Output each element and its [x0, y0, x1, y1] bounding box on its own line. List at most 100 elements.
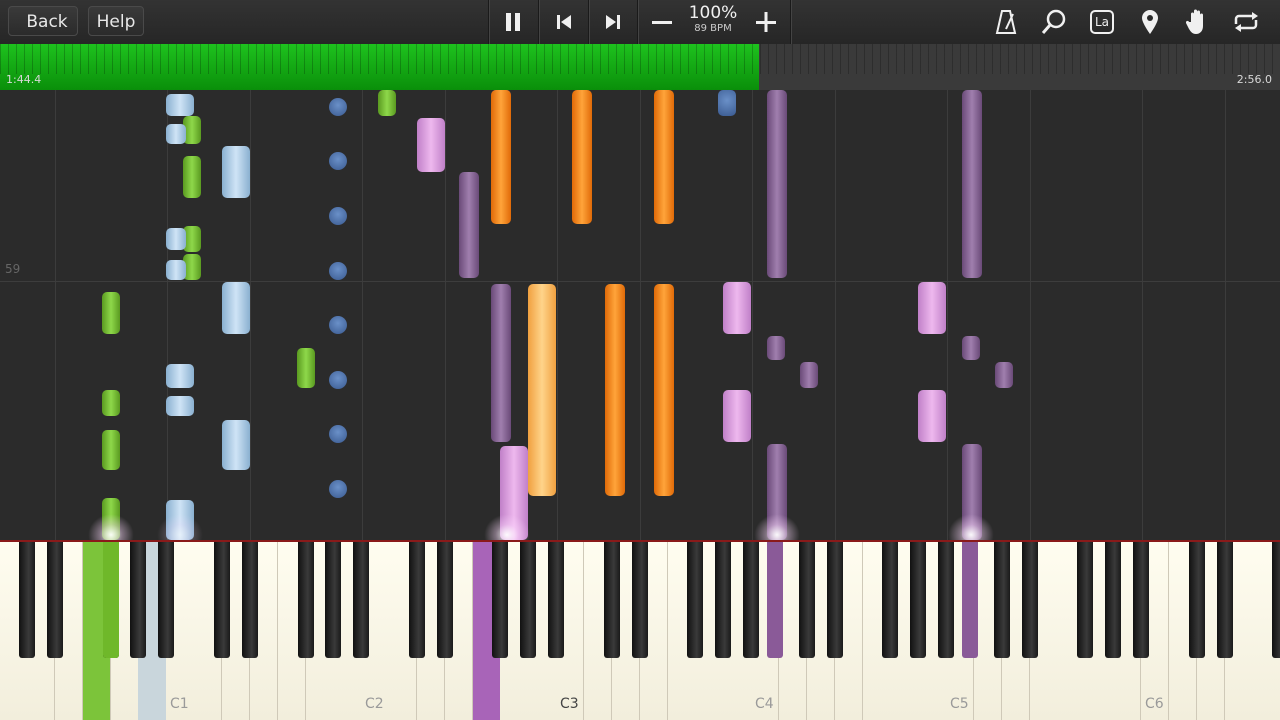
note — [329, 98, 347, 116]
black-key[interactable] — [1133, 542, 1149, 658]
zoom-out-button[interactable] — [638, 0, 686, 44]
note — [723, 282, 751, 334]
note — [962, 90, 982, 278]
progress-bar[interactable]: 1:44.4 2:56.0 — [0, 44, 1280, 90]
pause-button[interactable] — [489, 0, 537, 44]
black-key[interactable] — [1188, 542, 1205, 658]
toolbar: Back Help 100% 89 BPM La — [0, 0, 1280, 44]
black-key[interactable] — [715, 542, 732, 658]
note-label-text: La — [1094, 15, 1110, 29]
hand-button[interactable] — [1176, 0, 1220, 44]
progress-ticks — [0, 44, 1280, 74]
elapsed-time: 1:44.4 — [6, 73, 42, 86]
black-key[interactable] — [910, 542, 927, 658]
grid-line — [835, 90, 836, 540]
note — [417, 118, 445, 172]
skip-back-icon — [557, 15, 571, 29]
note — [995, 362, 1013, 388]
location-button[interactable] — [1128, 0, 1172, 44]
location-pin-icon — [1142, 10, 1158, 34]
black-key[interactable] — [1272, 542, 1280, 658]
black-key[interactable] — [1216, 542, 1233, 658]
grid-line — [1142, 90, 1143, 540]
note — [166, 124, 186, 144]
grid-line — [1225, 90, 1226, 540]
black-key[interactable] — [1077, 542, 1094, 658]
note — [166, 396, 194, 416]
black-key[interactable] — [993, 542, 1010, 658]
black-key[interactable] — [297, 542, 314, 658]
black-key[interactable] — [46, 542, 63, 658]
black-key-active[interactable] — [103, 542, 119, 658]
note — [329, 152, 347, 170]
note-label-button[interactable]: La — [1080, 0, 1124, 44]
black-key-active[interactable] — [767, 542, 783, 658]
black-key[interactable] — [603, 542, 620, 658]
black-key[interactable] — [631, 542, 648, 658]
grid-line — [947, 90, 948, 540]
search-button[interactable] — [1032, 0, 1076, 44]
black-key[interactable] — [548, 542, 565, 658]
black-key[interactable] — [1021, 542, 1038, 658]
piano-roll[interactable]: 59 — [0, 90, 1280, 540]
black-key[interactable] — [241, 542, 258, 658]
black-key[interactable] — [743, 542, 760, 658]
note-hit-spark — [88, 514, 134, 540]
black-key[interactable] — [798, 542, 815, 658]
black-key[interactable] — [158, 542, 175, 658]
black-key[interactable] — [408, 542, 425, 658]
black-key[interactable] — [353, 542, 370, 658]
note — [222, 282, 250, 334]
black-key[interactable] — [19, 542, 35, 658]
measure-line — [0, 281, 1280, 282]
black-key[interactable] — [1105, 542, 1122, 658]
metronome-button[interactable] — [984, 0, 1028, 44]
pause-icon — [506, 13, 520, 31]
note — [329, 425, 347, 443]
grid-line — [167, 90, 168, 540]
black-key[interactable] — [213, 542, 230, 658]
black-key[interactable] — [687, 542, 704, 658]
loop-icon — [1234, 12, 1258, 32]
zoom-in-button[interactable] — [742, 0, 790, 44]
octave-label: C3 — [560, 696, 579, 712]
note-hit-spark — [157, 514, 203, 540]
octave-label: C1 — [170, 696, 189, 712]
grid-line — [557, 90, 558, 540]
note — [102, 430, 120, 470]
note — [767, 90, 787, 278]
tempo-bpm: 89 BPM — [694, 23, 732, 34]
black-key[interactable] — [436, 542, 453, 658]
note — [102, 390, 120, 416]
help-button[interactable]: Help — [88, 6, 144, 36]
octave-label: C5 — [950, 696, 969, 712]
note — [491, 284, 511, 442]
black-key[interactable] — [492, 542, 509, 658]
black-key-active[interactable] — [962, 542, 978, 658]
note — [222, 146, 250, 198]
black-key[interactable] — [882, 542, 899, 658]
black-key[interactable] — [520, 542, 537, 658]
grid-line — [752, 90, 753, 540]
skip-back-button[interactable] — [540, 0, 588, 44]
black-key[interactable] — [826, 542, 843, 658]
plus-icon — [756, 12, 776, 32]
note — [962, 336, 980, 360]
minus-icon — [652, 21, 672, 24]
back-button[interactable]: Back — [8, 6, 78, 36]
black-key[interactable] — [325, 542, 342, 658]
grid-line — [55, 90, 56, 540]
note — [800, 362, 818, 388]
note — [378, 90, 396, 116]
skip-forward-button[interactable] — [589, 0, 637, 44]
note — [166, 94, 194, 116]
note — [166, 260, 186, 280]
loop-button[interactable] — [1224, 0, 1268, 44]
note — [459, 172, 479, 278]
black-key[interactable] — [938, 542, 955, 658]
note — [654, 284, 674, 496]
black-key[interactable] — [130, 542, 147, 658]
note — [767, 336, 785, 360]
metronome-icon — [995, 10, 1017, 34]
piano-keyboard[interactable]: C1 C2 C3 C4 C5 C6 — [0, 540, 1280, 720]
